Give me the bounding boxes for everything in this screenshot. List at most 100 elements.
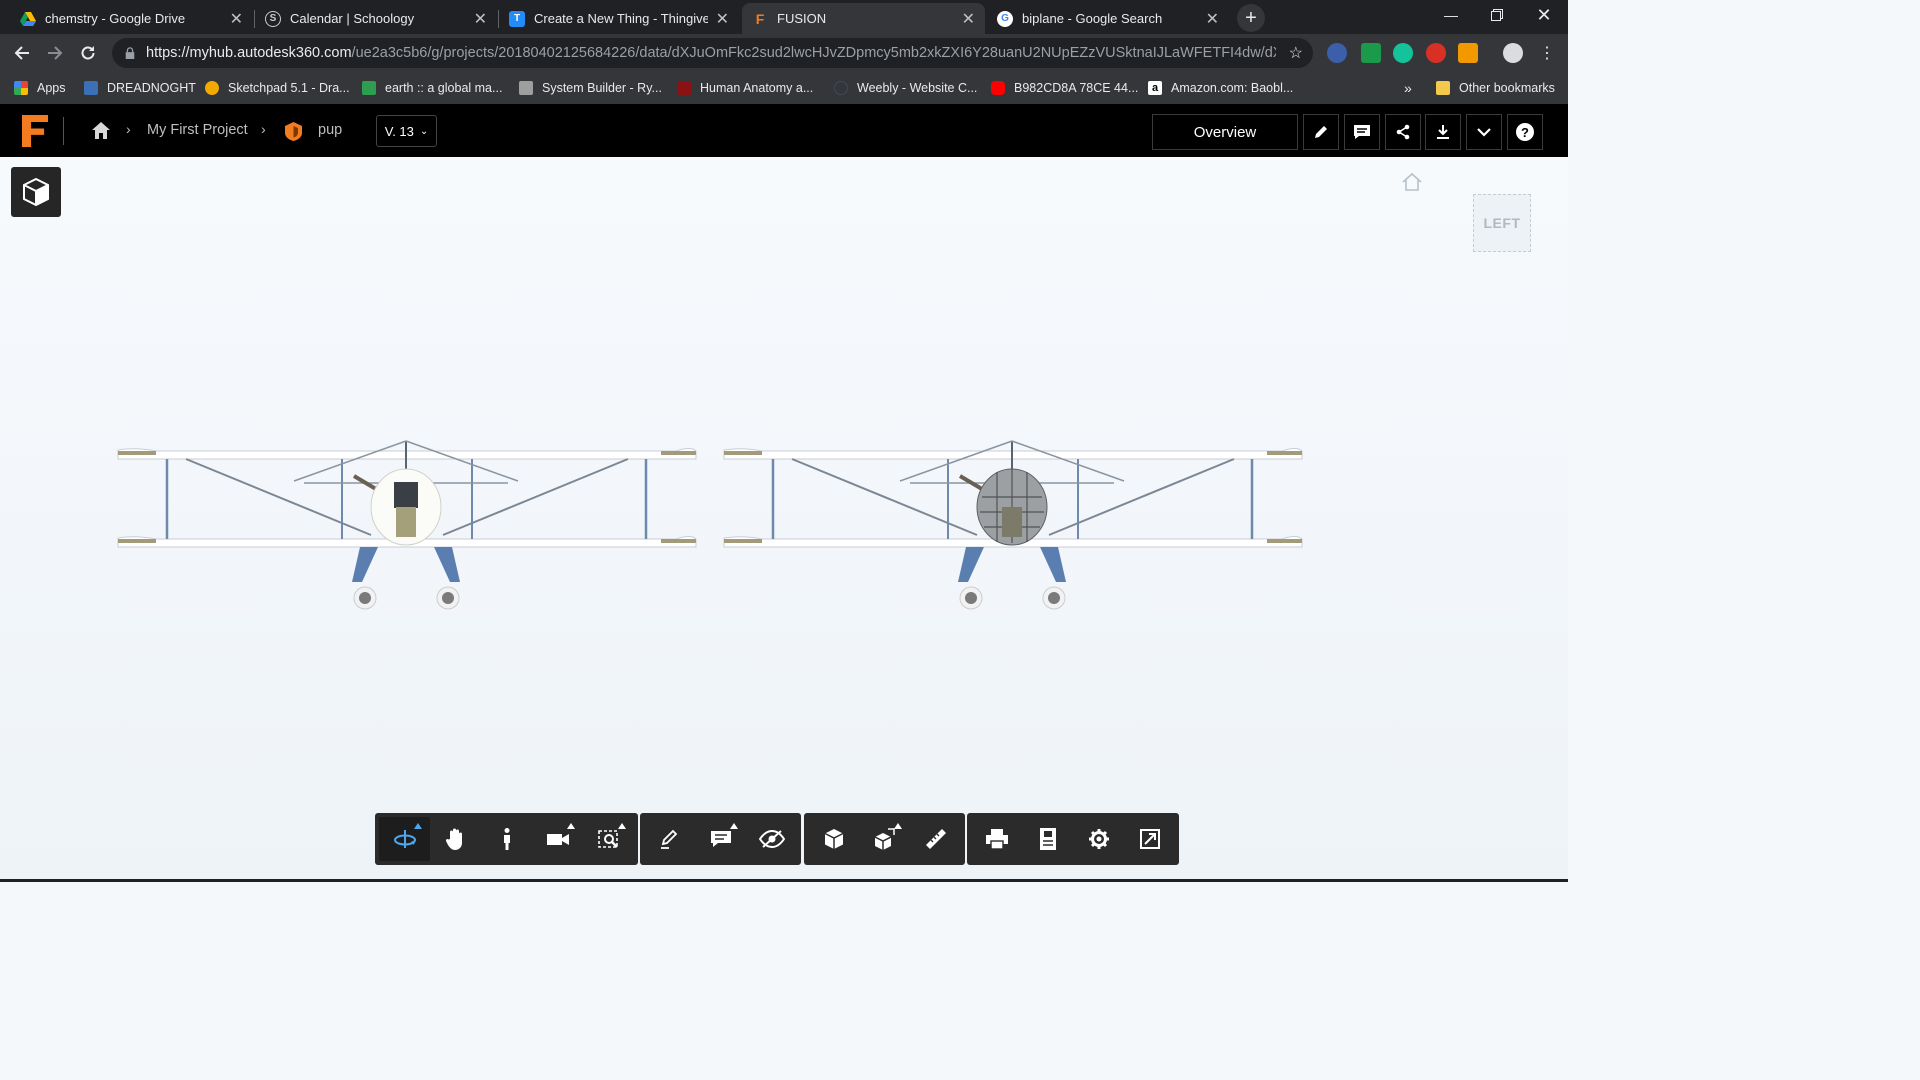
close-window-icon[interactable]: ✕ xyxy=(1521,0,1567,30)
breadcrumb-project[interactable]: My First Project xyxy=(147,122,248,138)
bookmark-label: Amazon.com: Baobl... xyxy=(1171,81,1294,95)
bookmark-system-builder[interactable]: System Builder - Ry... xyxy=(519,78,662,98)
bookmark-label: Weebly - Website C... xyxy=(857,81,978,95)
apps-grid-icon xyxy=(14,81,28,95)
print-button[interactable] xyxy=(971,817,1022,861)
settings-button[interactable] xyxy=(1073,817,1124,861)
extension-icon[interactable] xyxy=(1327,43,1347,63)
model-browser-icon xyxy=(824,829,843,849)
comment-button[interactable] xyxy=(695,817,746,861)
bookmark-dreadnought[interactable]: DREADNOGHT xyxy=(84,78,196,98)
header-divider xyxy=(63,117,64,145)
pan-button[interactable] xyxy=(430,817,481,861)
close-icon[interactable]: ✕ xyxy=(716,9,729,29)
3d-viewport[interactable]: LEFT xyxy=(0,157,1568,882)
back-icon[interactable] xyxy=(8,39,36,67)
extension-badge-icon[interactable] xyxy=(1361,43,1381,63)
google-icon: G xyxy=(997,10,1013,27)
help-button[interactable]: ? xyxy=(1507,114,1543,150)
google-drive-icon xyxy=(20,11,36,27)
close-icon[interactable]: ✕ xyxy=(1206,9,1219,29)
zoom-window-icon xyxy=(597,830,618,848)
browser-tab-strip: chemstry - Google Drive ✕ S Calendar | S… xyxy=(0,0,1568,34)
fusion-logo[interactable] xyxy=(22,115,48,147)
address-bar[interactable]: https://myhub.autodesk360.com/ue2a3c5b6/… xyxy=(112,38,1313,68)
edit-button[interactable] xyxy=(1303,114,1339,150)
more-options-button[interactable] xyxy=(1466,114,1502,150)
zoom-window-button[interactable] xyxy=(583,817,634,861)
taskbar-edge xyxy=(0,879,1568,882)
pencil-icon xyxy=(1315,126,1327,138)
properties-button[interactable] xyxy=(1022,817,1073,861)
fullscreen-button[interactable] xyxy=(1124,817,1175,861)
measure-button[interactable] xyxy=(910,817,961,861)
download-button[interactable] xyxy=(1425,114,1461,150)
fusion-icon: F xyxy=(755,10,765,27)
bookmark-amazon[interactable]: a Amazon.com: Baobl... xyxy=(1148,78,1293,98)
tab-schoology[interactable]: S Calendar | Schoology ✕ xyxy=(255,3,497,34)
restore-icon[interactable] xyxy=(1474,0,1520,30)
model-browser-button[interactable] xyxy=(11,167,61,217)
markup-button[interactable] xyxy=(644,817,695,861)
grammarly-icon[interactable] xyxy=(1393,43,1413,63)
tab-google-drive[interactable]: chemstry - Google Drive ✕ xyxy=(10,3,253,34)
browser-toolbar: https://myhub.autodesk360.com/ue2a3c5b6/… xyxy=(0,34,1568,72)
bookmark-earth[interactable]: earth :: a global ma... xyxy=(362,78,502,98)
comment-icon xyxy=(1354,125,1370,139)
bookmark-apps[interactable]: Apps xyxy=(14,78,66,98)
flyout-indicator xyxy=(894,823,902,829)
forward-icon[interactable] xyxy=(41,39,69,67)
close-icon[interactable]: ✕ xyxy=(230,9,243,29)
bookmark-youtube[interactable]: B982CD8A 78CE 44... xyxy=(991,78,1138,98)
bookmark-weebly[interactable]: Weebly - Website C... xyxy=(834,78,977,98)
biplane-model-front-view[interactable] xyxy=(116,437,698,617)
new-tab-button[interactable]: + xyxy=(1237,4,1265,32)
extension-key-icon[interactable] xyxy=(1458,43,1478,63)
close-icon[interactable]: ✕ xyxy=(962,9,975,29)
app-header: › My First Project › pup V. 13 ⌄ Overvie… xyxy=(0,104,1568,157)
home-view-icon[interactable] xyxy=(1400,171,1424,195)
tab-fusion[interactable]: F FUSION ✕ xyxy=(742,3,985,34)
reload-icon[interactable] xyxy=(74,39,102,67)
profile-avatar[interactable] xyxy=(1503,43,1523,63)
print-icon xyxy=(985,829,1008,850)
close-icon[interactable]: ✕ xyxy=(474,9,487,29)
biplane-model-front-view-alt[interactable] xyxy=(722,437,1304,617)
orbit-button[interactable] xyxy=(379,817,430,861)
walk-button[interactable] xyxy=(481,817,532,861)
minimize-icon[interactable]: — xyxy=(1428,0,1474,30)
tab-title: chemstry - Google Drive xyxy=(45,11,186,26)
model-browser-tool-button[interactable] xyxy=(808,817,859,861)
breadcrumb-item[interactable]: pup xyxy=(318,122,342,138)
navigation-toolbar xyxy=(375,813,638,865)
anatomy-icon xyxy=(677,81,691,95)
share-button[interactable] xyxy=(1385,114,1421,150)
viewcube[interactable]: LEFT xyxy=(1473,194,1531,252)
pan-icon xyxy=(445,828,462,850)
camera-button[interactable] xyxy=(532,817,583,861)
kebab-menu-icon[interactable]: ⋮ xyxy=(1533,39,1561,67)
tab-google-search[interactable]: G biplane - Google Search ✕ xyxy=(987,3,1229,34)
home-icon[interactable] xyxy=(91,121,111,145)
schoology-icon: S xyxy=(265,10,281,27)
extension-shield-icon[interactable] xyxy=(1426,43,1446,63)
url-text: https://myhub.autodesk360.com/ue2a3c5b6/… xyxy=(146,45,1276,61)
other-bookmarks[interactable]: Other bookmarks xyxy=(1436,78,1555,98)
tab-thingiverse[interactable]: T Create a New Thing - Thingiverse ✕ xyxy=(499,3,739,34)
bookmark-human-anatomy[interactable]: Human Anatomy a... xyxy=(677,78,813,98)
overview-button[interactable]: Overview xyxy=(1152,114,1298,150)
url-host: https://myhub.autodesk360.com xyxy=(146,45,352,61)
markup-icon xyxy=(660,829,677,849)
version-dropdown[interactable]: V. 13 ⌄ xyxy=(376,115,437,147)
chevron-right-icon: › xyxy=(126,121,131,137)
bookmarks-overflow-button[interactable]: » xyxy=(1404,78,1412,98)
hide-icon xyxy=(758,829,785,849)
bookmark-star-icon[interactable]: ☆ xyxy=(1289,43,1303,63)
properties-icon xyxy=(1039,828,1056,850)
comments-button[interactable] xyxy=(1344,114,1380,150)
other-bookmarks-label: Other bookmarks xyxy=(1459,81,1555,95)
cube-icon xyxy=(23,177,49,207)
bookmark-sketchpad[interactable]: Sketchpad 5.1 - Dra... xyxy=(205,78,350,98)
explode-button[interactable] xyxy=(859,817,910,861)
hide-button[interactable] xyxy=(746,817,797,861)
